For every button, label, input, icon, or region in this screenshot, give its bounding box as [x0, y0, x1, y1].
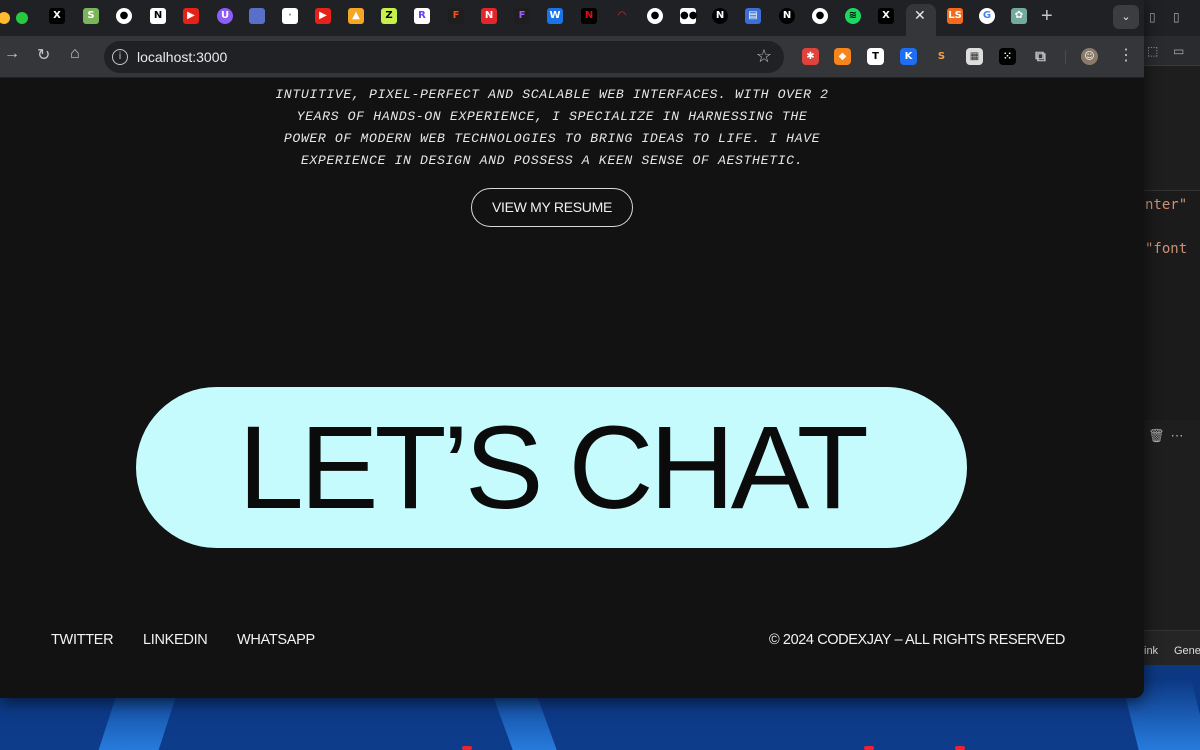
- info-icon[interactable]: i: [112, 49, 128, 65]
- sidebar-toggle-icon[interactable]: ▯: [1149, 10, 1156, 24]
- tab-youtube-icon[interactable]: ▶: [315, 8, 331, 24]
- tab-chatgpt-icon[interactable]: ✿: [1011, 8, 1027, 24]
- tab-github-icon[interactable]: ●: [116, 8, 132, 24]
- tab-figma-icon[interactable]: F: [448, 8, 464, 24]
- menu-kebab-icon[interactable]: ⋮: [1118, 45, 1134, 65]
- tab-speed-icon[interactable]: ◠: [614, 8, 630, 24]
- tab-medium-icon[interactable]: ●●: [680, 8, 697, 24]
- inspect-icon[interactable]: ⬚: [1147, 44, 1158, 58]
- about-paragraph: INTUITIVE, PIXEL-PERFECT AND SCALABLE WE…: [275, 87, 829, 168]
- view-resume-button[interactable]: VIEW MY RESUME: [471, 188, 633, 227]
- twitter-link[interactable]: TWITTER: [51, 632, 114, 648]
- status-text: Gene: [1174, 645, 1200, 657]
- panel-toggle-icon[interactable]: ▯: [1173, 10, 1180, 24]
- tab-app-icon[interactable]: [249, 8, 265, 24]
- forward-arrow-icon[interactable]: →: [4, 45, 20, 63]
- tab-n-icon[interactable]: N: [779, 8, 795, 24]
- code-editor-window: ▯ ▯ ⬚ ▭ nter" "font 🗑⋯ ink Gene: [1143, 0, 1200, 665]
- notes-extension-icon[interactable]: ▦: [966, 48, 983, 65]
- tab-shopify-icon[interactable]: S: [83, 8, 99, 24]
- tab-n-icon[interactable]: N: [481, 8, 497, 24]
- tab-z-icon[interactable]: Z: [381, 8, 397, 24]
- whatsapp-link[interactable]: WHATSAPP: [237, 632, 315, 648]
- tab-strip: X S ● N ▶ U · ▶ ▲ Z R F N F W N ◠ ● ●● N…: [0, 0, 1144, 36]
- device-icon[interactable]: ▭: [1173, 44, 1184, 58]
- zoom-button[interactable]: [16, 12, 28, 24]
- k-extension-icon[interactable]: K: [900, 48, 917, 65]
- s-extension-icon[interactable]: S: [933, 48, 950, 65]
- editor-statusbar: ink Gene: [1143, 630, 1200, 665]
- tab-store-icon[interactable]: ▤: [745, 8, 761, 24]
- browser-window: X S ● N ▶ U · ▶ ▲ Z R F N F W N ◠ ● ●● N…: [0, 0, 1144, 698]
- lets-chat-button[interactable]: LET’S CHAT: [136, 387, 967, 548]
- linkedin-link[interactable]: LINKEDIN: [143, 632, 208, 648]
- code-line: "font: [1145, 241, 1188, 257]
- minimize-button[interactable]: [0, 12, 10, 24]
- metamask-extension-icon[interactable]: ◆: [834, 48, 851, 65]
- more-icon[interactable]: ⋯: [1171, 428, 1190, 443]
- bookmark-star-icon[interactable]: ☆: [756, 46, 772, 67]
- tab-search-chevron-icon[interactable]: ⌄: [1113, 5, 1139, 29]
- tab-google-icon[interactable]: G: [979, 8, 995, 24]
- tab-notion-icon[interactable]: N: [150, 8, 166, 24]
- tab-github-icon[interactable]: ●: [812, 8, 828, 24]
- url-text[interactable]: localhost:3000: [137, 49, 227, 65]
- grid-extension-icon[interactable]: ⁙: [999, 48, 1016, 65]
- address-bar[interactable]: i localhost:3000 ☆: [104, 41, 784, 73]
- reload-icon[interactable]: ↻: [37, 45, 50, 65]
- tab-blank-page-icon[interactable]: ·: [282, 8, 298, 24]
- tab-proton-icon[interactable]: U: [217, 8, 233, 24]
- dock-indicator: [955, 746, 965, 750]
- puzzle-extensions-icon[interactable]: ⧉: [1032, 48, 1049, 65]
- bug-extension-icon[interactable]: ✱: [802, 48, 819, 65]
- tab-close-icon[interactable]: ✕: [914, 7, 926, 24]
- code-line: nter": [1145, 197, 1188, 213]
- tab-w-icon[interactable]: W: [547, 8, 563, 24]
- tab-firebase-icon[interactable]: ▲: [348, 8, 364, 24]
- tab-ls-icon[interactable]: LS: [947, 8, 963, 24]
- browser-toolbar: → ↻ ⌂ i localhost:3000 ☆ ✱ ◆ T K S ▦ ⁙ ⧉…: [0, 36, 1144, 78]
- new-tab-plus-icon[interactable]: +: [1041, 5, 1053, 28]
- tab-x-icon[interactable]: X: [878, 8, 894, 24]
- dock-indicator: [462, 746, 472, 750]
- t-extension-icon[interactable]: T: [867, 48, 884, 65]
- tab-netflix-icon[interactable]: N: [581, 8, 597, 24]
- home-icon[interactable]: ⌂: [70, 45, 80, 63]
- lets-chat-label: LET’S CHAT: [238, 402, 869, 534]
- tab-youtube-icon[interactable]: ▶: [183, 8, 199, 24]
- tab-spotify-icon[interactable]: ≋: [845, 8, 861, 24]
- trash-icon[interactable]: 🗑: [1148, 428, 1171, 443]
- tab-x-icon[interactable]: X: [49, 8, 65, 24]
- status-text: ink: [1144, 645, 1159, 657]
- portfolio-page: INTUITIVE, PIXEL-PERFECT AND SCALABLE WE…: [0, 78, 1144, 698]
- editor-titlebar: ▯ ▯: [1143, 0, 1200, 36]
- tab-n-icon[interactable]: N: [712, 8, 728, 24]
- panel-actions: 🗑⋯: [1148, 428, 1190, 444]
- tab-github-icon[interactable]: ●: [647, 8, 663, 24]
- profile-avatar-icon[interactable]: ☺: [1081, 48, 1098, 65]
- copyright-text: © 2024 CODEXJAY – ALL RIGHTS RESERVED: [769, 632, 1065, 648]
- tab-figma-icon[interactable]: F: [514, 8, 530, 24]
- tab-r-icon[interactable]: R: [414, 8, 430, 24]
- code-panel: nter" "font: [1143, 190, 1200, 420]
- editor-toolbar: ⬚ ▭: [1143, 36, 1200, 66]
- dock-indicator: [864, 746, 874, 750]
- toolbar-divider: [1065, 50, 1066, 64]
